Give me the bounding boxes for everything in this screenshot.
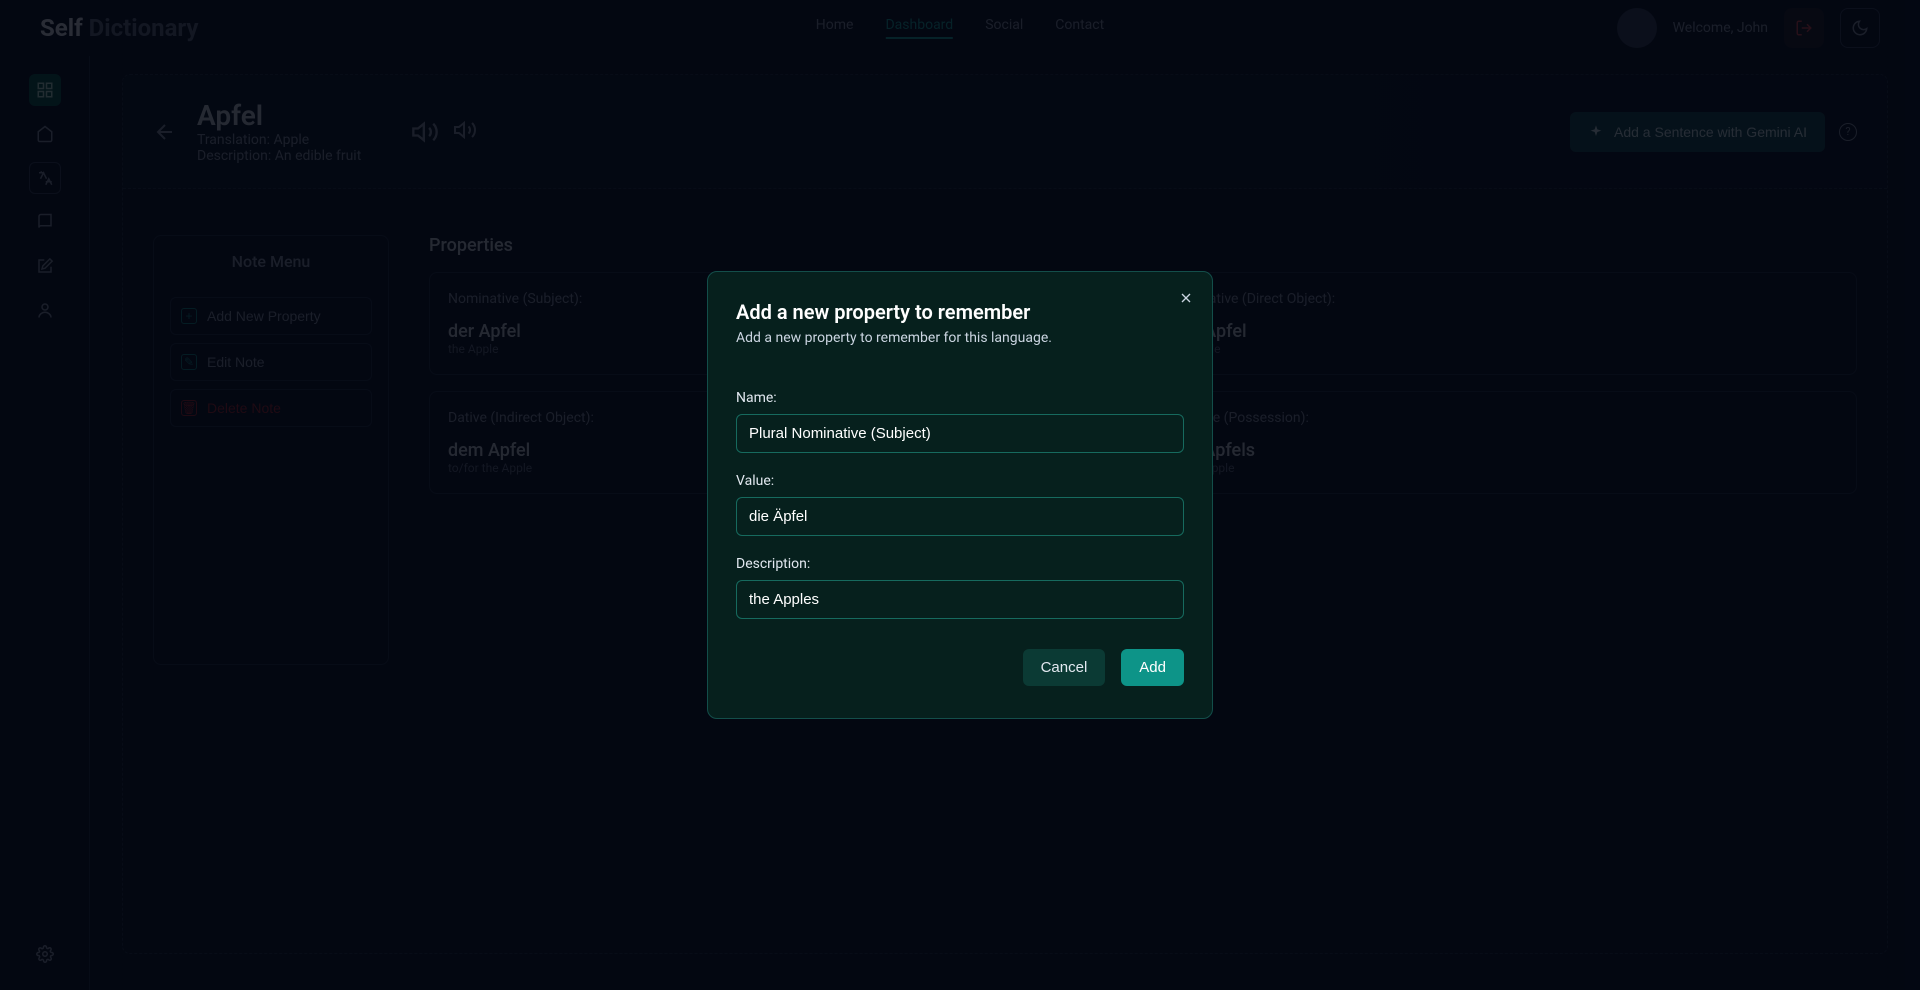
cancel-button[interactable]: Cancel bbox=[1023, 649, 1106, 686]
modal-subtitle: Add a new property to remember for this … bbox=[736, 330, 1184, 346]
modal-title: Add a new property to remember bbox=[736, 300, 1184, 324]
modal-actions: Cancel Add bbox=[736, 649, 1184, 686]
modal-overlay[interactable]: Add a new property to remember Add a new… bbox=[0, 0, 1920, 990]
name-input[interactable] bbox=[736, 414, 1184, 453]
add-property-modal: Add a new property to remember Add a new… bbox=[707, 271, 1213, 719]
description-input[interactable] bbox=[736, 580, 1184, 619]
description-label: Description: bbox=[736, 556, 1184, 572]
close-icon bbox=[1178, 290, 1194, 306]
modal-close-button[interactable] bbox=[1178, 290, 1194, 306]
name-label: Name: bbox=[736, 390, 1184, 406]
value-input[interactable] bbox=[736, 497, 1184, 536]
value-label: Value: bbox=[736, 473, 1184, 489]
add-button[interactable]: Add bbox=[1121, 649, 1184, 686]
